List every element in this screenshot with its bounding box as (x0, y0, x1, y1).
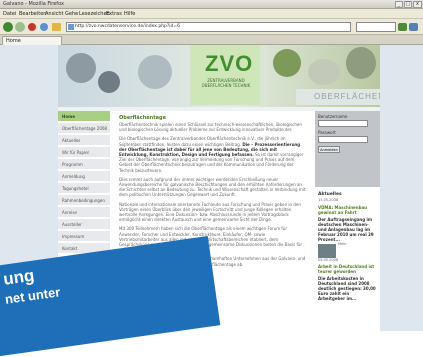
right-column: Benutzername Passwort Anmelden Aktuelles… (315, 111, 380, 331)
sidebar-item-impressum[interactable]: Impressum (58, 231, 110, 242)
search-engine-icon[interactable] (409, 23, 418, 31)
page-title: Oberflächentage (119, 115, 166, 121)
menu-ansicht[interactable]: Ansicht (45, 10, 63, 18)
news-teaser: Die Arbeitskosten in Deutschland sind 20… (318, 276, 376, 301)
stop-icon[interactable] (28, 23, 36, 31)
go-icon[interactable] (398, 23, 407, 31)
tab-home[interactable]: Home (2, 36, 62, 45)
login-button[interactable]: Anmelden (318, 146, 340, 153)
username-field[interactable] (318, 120, 368, 127)
paragraph: Die Oberflächentage des Zentralverbandes… (119, 136, 306, 172)
sidebar-item-tagungshotel[interactable]: Tagungshotel (58, 183, 110, 194)
sidebar-item-programm[interactable]: Programm (58, 159, 110, 170)
window-title: Galvano - Mozilla Firefox (3, 1, 64, 7)
menu-datei[interactable]: Datei (3, 10, 16, 18)
logo-subtitle: ZENTRALVERBAND OBERFLÄCHEN TECHNIK (201, 78, 251, 88)
intro-paragraph: Oberflächentechnik spielen einen Schlüss… (119, 122, 302, 133)
news-box: Aktuelles 13.05.2008 VDMA: Maschinenbau … (315, 189, 380, 331)
search-input[interactable] (356, 22, 396, 32)
menu-extras[interactable]: Extras (106, 10, 122, 18)
news-date: 13.05.2008 (318, 198, 339, 202)
title-bar: Galvano - Mozilla Firefox _ □ x (0, 0, 423, 9)
favicon (68, 24, 74, 30)
sidebar-item-anreise[interactable]: Anreise (58, 207, 110, 218)
site-header: ZVO ZENTRALVERBAND OBERFLÄCHEN TECHNIK O… (58, 45, 380, 107)
screw-image (66, 53, 96, 83)
sidebar-item-aussteller[interactable]: Aussteller (58, 219, 110, 230)
forward-icon[interactable] (15, 22, 25, 32)
maximize-button[interactable]: □ (404, 1, 412, 8)
url-bar[interactable]: http://zvo.nwcdatenservice.de/index.php?… (66, 22, 351, 32)
news-teaser: Der Auftragseingang im deutschen Maschin… (318, 216, 374, 242)
browser-window: Galvano - Mozilla Firefox _ □ x Datei Be… (0, 0, 423, 357)
url-text: http://zvo.nwcdatenservice.de/index.php?… (75, 24, 181, 29)
back-icon[interactable] (3, 22, 13, 32)
sidebar-item-oberflächentage-2008[interactable]: Oberflächentage 2008 (58, 123, 110, 134)
screw-image (98, 71, 120, 93)
home-icon[interactable] (52, 23, 61, 31)
sidebar-item-rahmenbedingungen[interactable]: Rahmenbedingungen (58, 195, 110, 206)
screw-image (346, 47, 376, 79)
minimize-button[interactable]: _ (395, 1, 403, 8)
banner-text-line-1: ung (2, 265, 36, 289)
reload-icon[interactable] (40, 23, 48, 31)
password-field[interactable] (318, 136, 368, 143)
sidebar-item-aktuelles[interactable]: Aktuelles (58, 135, 110, 146)
news-title-link[interactable]: VDMA: Maschinenbau gewinnt an Fahrt (318, 205, 377, 215)
login-box: Benutzername Passwort Anmelden (315, 111, 380, 187)
news-heading: Aktuelles (318, 192, 342, 197)
paragraph: Dies nimmt auch aufgrund der immer wicht… (119, 176, 306, 198)
navigation-toolbar: http://zvo.nwcdatenservice.de/index.php?… (0, 19, 423, 35)
menu-gehe[interactable]: Gehe (65, 10, 78, 18)
paragraph: Nationale und internationale anerkannte … (119, 201, 301, 223)
menu-bearbeiten[interactable]: Bearbeiten (19, 10, 46, 18)
close-button[interactable]: x (413, 1, 422, 8)
sidebar-item-wir-für-papier[interactable]: Wir für Papier (58, 147, 110, 158)
screw-image (308, 59, 340, 85)
news-thumbnail[interactable] (318, 243, 336, 258)
screw-image (138, 55, 172, 89)
news-title-link[interactable]: Arbeit in Deutschland ist teurer geworde… (318, 264, 377, 274)
zvo-logo[interactable]: ZVO (205, 51, 253, 77)
sidebar-item-anmeldung[interactable]: Anmeldung (58, 171, 110, 182)
sidebar-item-home[interactable]: Home (58, 111, 110, 122)
ribbon-text: OBERFLÄCHENTAGE (314, 92, 380, 101)
screw-image (273, 49, 301, 77)
header-ribbon: OBERFLÄCHENTAGE (296, 89, 380, 105)
news-date: 09.05.2008 (318, 257, 339, 262)
menu-hilfe[interactable]: Hilfe (124, 10, 135, 18)
tab-bar: Home (0, 35, 423, 45)
menu-bar: Datei Bearbeiten Ansicht Gehe Lesezeiche… (0, 9, 423, 19)
